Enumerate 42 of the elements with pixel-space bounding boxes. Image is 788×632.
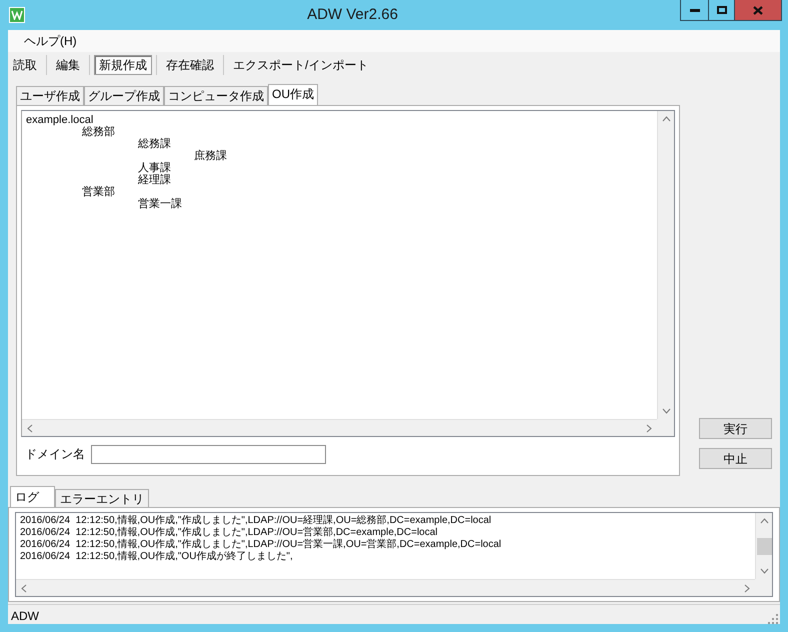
action-button[interactable]: 実行 — [699, 418, 772, 439]
toolbar-button[interactable]: エクスポート/インポート — [228, 55, 374, 75]
tree-item[interactable]: 営業一課 — [138, 198, 182, 210]
tree-item[interactable]: 経理課 — [138, 174, 171, 186]
tree-item[interactable]: 総務部 — [82, 126, 115, 138]
vertical-scrollbar[interactable] — [657, 111, 674, 419]
scroll-thumb[interactable] — [756, 538, 772, 554]
toolbar-button[interactable]: 新規作成 — [94, 55, 152, 75]
maximize-icon — [716, 6, 726, 14]
tree-item[interactable]: 庶務課 — [194, 150, 227, 162]
tab[interactable]: ユーザ作成 — [16, 86, 84, 105]
log-tab[interactable]: エラーエントリ — [55, 489, 149, 507]
log-line: 2016/06/24 12:12:50,情報,OU作成,"作成しました",LDAP://OU=営業一課,OU=営業部,DC=example,DC=local — [20, 539, 502, 550]
window-title: ADW Ver2.66 — [307, 4, 398, 25]
toolbar-button[interactable]: 存在確認 — [161, 55, 219, 75]
tree-item[interactable]: 営業部 — [82, 186, 115, 198]
close-icon — [753, 6, 763, 14]
domain-label: ドメイン名 — [25, 446, 85, 463]
domain-input-field[interactable] — [91, 444, 326, 464]
log-tab[interactable]: ログ — [10, 486, 55, 507]
resize-grip-icon — [768, 614, 778, 624]
log-line: 2016/06/24 12:12:50,情報,OU作成,"作成しました",LDAP://OU=経理課,OU=総務部,DC=example,DC=local — [20, 515, 492, 526]
horizontal-scrollbar[interactable] — [22, 419, 657, 436]
log-line: 2016/06/24 12:12:50,情報,OU作成,"作成しました",LDAP://OU=営業部,DC=example,DC=local — [20, 527, 439, 538]
vertical-scrollbar[interactable] — [755, 513, 772, 579]
tab[interactable]: グループ作成 — [84, 86, 164, 105]
tab[interactable]: コンピュータ作成 — [164, 86, 268, 105]
log-line: 2016/06/24 12:12:50,情報,OU作成,"OU作成が終了しました", — [20, 551, 294, 563]
horizontal-scrollbar[interactable] — [16, 579, 755, 596]
tree-view[interactable]: example.local 総務部 総務課 庶務課 人事課 経理課 営業部 営業一課 — [21, 110, 675, 437]
toolbar-button[interactable]: 読取 — [8, 55, 42, 75]
tree-item[interactable]: 人事課 — [138, 162, 171, 174]
toolbar-button[interactable]: 編集 — [51, 55, 85, 75]
menu-item[interactable]: ヘルプ(H) — [22, 32, 79, 50]
tab[interactable]: OU作成 — [268, 84, 318, 105]
status-text: ADW — [11, 608, 39, 624]
app-logo-icon — [9, 7, 25, 23]
tree-item[interactable]: 総務課 — [138, 138, 171, 150]
minimize-icon — [690, 8, 700, 12]
close-button[interactable] — [735, 0, 781, 20]
action-button[interactable]: 中止 — [699, 448, 772, 469]
tree-item[interactable]: example.local — [26, 114, 94, 126]
